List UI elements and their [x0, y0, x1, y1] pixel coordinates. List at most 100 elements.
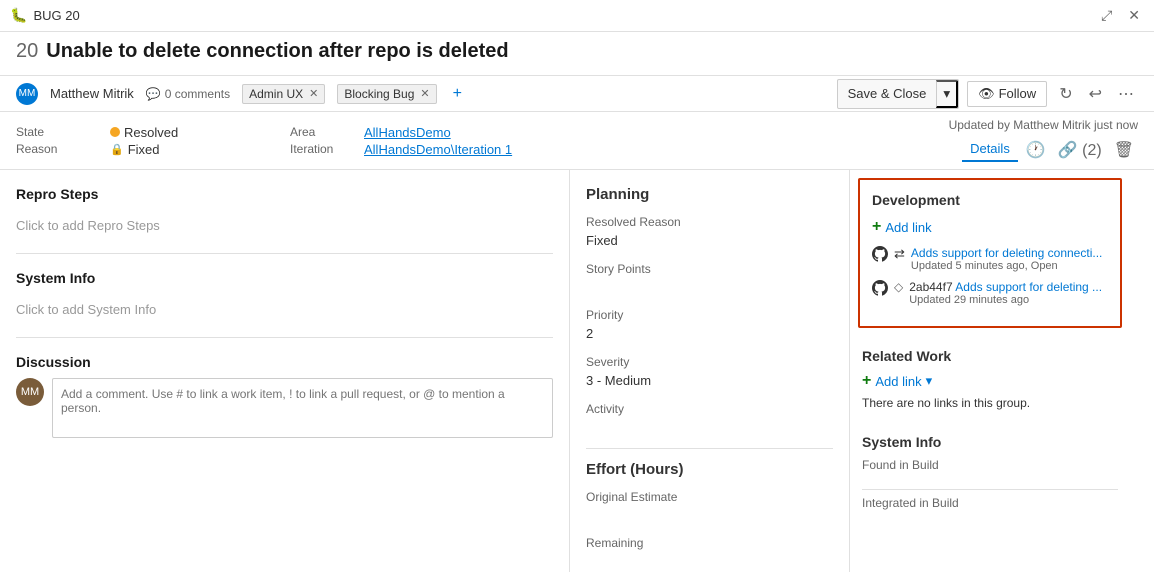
story-points-label: Story Points — [586, 262, 833, 276]
state-label: State — [16, 125, 106, 140]
follow-icon: 👁 — [978, 86, 995, 102]
related-add-link-label: Add link — [875, 374, 921, 389]
add-tag-button[interactable]: + — [449, 85, 466, 103]
repro-steps-placeholder[interactable]: Click to add Repro Steps — [16, 210, 553, 241]
reason-value-row: 🔒 Fixed — [110, 142, 250, 157]
dev-item-0-text[interactable]: Adds support for deleting connecti... — [911, 246, 1102, 260]
wi-header: 20 Unable to delete connection after rep… — [0, 32, 1154, 76]
refresh-button[interactable]: ↻ — [1055, 80, 1076, 108]
links-tab[interactable]: 🔗 (2) — [1054, 136, 1106, 164]
remaining-field: Remaining — [586, 536, 833, 570]
details-tab[interactable]: Details — [962, 137, 1018, 162]
wi-title-text: Unable to delete connection after repo i… — [46, 40, 508, 63]
activity-value[interactable] — [586, 418, 833, 436]
dev-item-0: ⇄ Adds support for deleting connecti... … — [872, 246, 1108, 272]
priority-value[interactable]: 2 — [586, 324, 833, 343]
discussion-input-row: MM — [16, 378, 553, 438]
title-bar-actions: ⤢ ✕ — [1097, 5, 1144, 26]
title-bar: 🐛 BUG 20 ⤢ ✕ — [0, 0, 1154, 32]
dev-item-0-pr-icon: ⇄ — [894, 246, 905, 262]
expand-button[interactable]: ⤢ — [1097, 5, 1116, 26]
integrated-in-build-label: Integrated in Build — [862, 496, 1118, 510]
disc-avatar-initials: MM — [21, 386, 39, 398]
meta-right-panel: Updated by Matthew Mitrik just now Detai… — [949, 118, 1138, 164]
toolbar-row: MM Matthew Mitrik 💬 0 comments Admin UX … — [0, 76, 1154, 112]
priority-label: Priority — [586, 308, 833, 322]
state-value: Resolved — [124, 125, 178, 140]
system-info-section: System Info Click to add System Info — [16, 270, 553, 325]
tag-blocking-bug-label: Blocking Bug — [344, 87, 414, 101]
activity-label: Activity — [586, 402, 833, 416]
tag-admin-ux[interactable]: Admin UX ✕ — [242, 84, 325, 104]
follow-button[interactable]: 👁 Follow — [967, 81, 1047, 107]
tag-admin-ux-label: Admin UX — [249, 87, 303, 101]
development-section: Development + Add link ⇄ Adds support fo… — [858, 178, 1122, 328]
sys-info-title: System Info — [862, 434, 1118, 450]
resolved-reason-label: Resolved Reason — [586, 215, 833, 229]
avatar: MM — [16, 83, 38, 105]
reason-label: Reason — [16, 142, 106, 157]
dev-item-0-sub: Updated 5 minutes ago, Open — [911, 260, 1102, 272]
original-estimate-value[interactable] — [586, 506, 833, 524]
dev-item-1-commit-icon: ◇ — [894, 280, 903, 294]
meta-row: State Resolved Reason 🔒 Fixed Area AllHa… — [0, 112, 1154, 170]
reason-value: Fixed — [128, 142, 160, 157]
repro-steps-title: Repro Steps — [16, 186, 553, 202]
links-icon: 🔗 — [1058, 142, 1078, 159]
severity-label: Severity — [586, 355, 833, 369]
tag-blocking-bug-remove[interactable]: ✕ — [420, 87, 429, 100]
dev-add-link-button[interactable]: + Add link — [872, 218, 932, 236]
wi-number: 20 — [16, 40, 38, 63]
remaining-label: Remaining — [586, 536, 833, 550]
dev-item-1-github-icon — [872, 280, 888, 299]
iteration-value[interactable]: AllHandsDemo\Iteration 1 — [364, 142, 564, 157]
planning-title: Planning — [586, 186, 833, 203]
dev-item-1-text[interactable]: 2ab44f7 Adds support for deleting ... — [909, 280, 1102, 294]
integrated-in-build-value[interactable] — [862, 512, 1118, 528]
dev-item-1-sub: Updated 29 minutes ago — [909, 294, 1102, 306]
middle-column: Planning Resolved Reason Fixed Story Poi… — [570, 170, 850, 572]
wi-title: 20 Unable to delete connection after rep… — [16, 40, 1138, 63]
found-in-build-value[interactable] — [862, 474, 1118, 490]
area-value[interactable]: AllHandsDemo — [364, 125, 564, 140]
history-tab[interactable]: 🕐 — [1022, 136, 1050, 164]
related-work-section: Related Work + Add link ▾ There are no l… — [850, 336, 1130, 422]
delete-tab[interactable]: 🗑 — [1110, 136, 1138, 164]
comments-button[interactable]: 💬 0 comments — [146, 87, 230, 101]
effort-title: Effort (Hours) — [586, 461, 833, 478]
discussion-input[interactable] — [52, 378, 553, 438]
tag-admin-ux-remove[interactable]: ✕ — [309, 87, 318, 100]
lock-icon: 🔒 — [110, 143, 124, 156]
resolved-reason-value[interactable]: Fixed — [586, 231, 833, 250]
links-count: (2) — [1082, 142, 1102, 159]
original-estimate-field: Original Estimate — [586, 490, 833, 524]
save-close-button[interactable]: Save & Close — [838, 82, 937, 105]
save-close-dropdown[interactable]: ▾ — [936, 80, 958, 108]
discussion-title: Discussion — [16, 354, 553, 370]
system-info-title: System Info — [16, 270, 553, 286]
title-bar-left: 🐛 BUG 20 — [10, 7, 1097, 24]
close-button[interactable]: ✕ — [1124, 5, 1144, 26]
sys-info-section: System Info Found in Build Integrated in… — [850, 422, 1130, 546]
development-title: Development — [872, 192, 1108, 208]
severity-value[interactable]: 3 - Medium — [586, 371, 833, 390]
story-points-value[interactable] — [586, 278, 833, 296]
comment-icon: 💬 — [146, 87, 161, 101]
more-button[interactable]: ⋯ — [1114, 80, 1138, 108]
discussion-section: Discussion MM — [16, 354, 553, 438]
dev-item-1-desc: Adds support for deleting ... — [955, 280, 1102, 294]
undo-button[interactable]: ↩ — [1085, 80, 1106, 108]
related-add-link-button[interactable]: + Add link ▾ — [862, 372, 932, 390]
activity-field: Activity — [586, 402, 833, 436]
dev-item-1: ◇ 2ab44f7 Adds support for deleting ... … — [872, 280, 1108, 306]
dev-item-0-github-icon — [872, 246, 888, 265]
avatar-initials: MM — [19, 88, 36, 99]
no-links-text: There are no links in this group. — [862, 396, 1118, 410]
author-name: Matthew Mitrik — [50, 86, 134, 101]
system-info-placeholder[interactable]: Click to add System Info — [16, 294, 553, 325]
remaining-value[interactable] — [586, 552, 833, 570]
found-in-build-field: Found in Build — [862, 458, 1118, 490]
state-value-row: Resolved — [110, 125, 250, 140]
divider-2 — [16, 337, 553, 338]
tag-blocking-bug[interactable]: Blocking Bug ✕ — [337, 84, 436, 104]
